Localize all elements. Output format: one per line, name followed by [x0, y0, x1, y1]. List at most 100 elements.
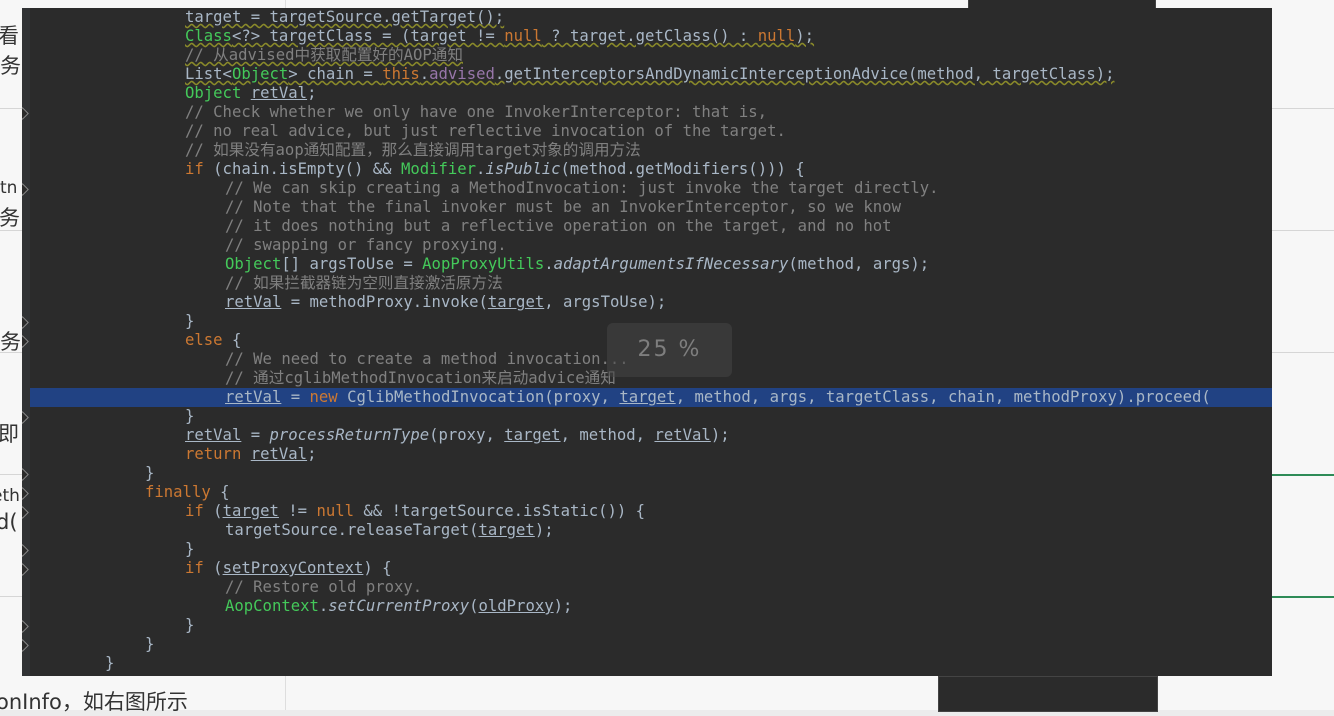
code-token: ) { [363, 559, 392, 577]
bg-text-fragment: 事务 [0, 206, 20, 230]
code-line[interactable]: } [22, 540, 1272, 559]
bg-text-fragment: onInfo，如右图所示 [0, 690, 188, 714]
code-line[interactable]: target = targetSource.getTarget(); [22, 8, 1272, 27]
code-token: // no real advice, but just reflective i… [185, 122, 786, 140]
code-line[interactable]: // Note that the final invoker must be a… [22, 198, 1272, 217]
code-token: if [185, 160, 204, 178]
code-line[interactable]: } [22, 407, 1272, 426]
code-token: , argsToUse); [544, 293, 667, 311]
code-editor[interactable]: target = targetSource.getTarget(); Class<… [22, 8, 1272, 676]
code-token: ( [203, 502, 223, 520]
code-line[interactable]: Object retVal; [22, 84, 1272, 103]
code-line[interactable]: if (target != null && !targetSource.isSt… [22, 502, 1272, 521]
code-token: } [105, 654, 115, 672]
code-text: retVal = methodProxy.invoke(target, args… [225, 293, 666, 312]
code-token: CglibMethodInvocation(proxy, [337, 388, 620, 406]
code-token: retVal [654, 426, 711, 444]
code-token: <?> targetClass = (target != [231, 27, 505, 45]
code-token: (proxy, [429, 426, 505, 444]
code-token: // 如果没有aop通知配置，那么直接调用target对象的调用方法 [185, 141, 641, 159]
code-line[interactable]: if (chain.isEmpty() && Modifier.isPublic… [22, 160, 1272, 179]
code-token: // Check whether we only have one Invoke… [185, 103, 768, 121]
code-line[interactable]: retVal = processReturnType(proxy, target… [22, 426, 1272, 445]
code-line[interactable]: // 从advised中获取配置好的AOP通知 [22, 46, 1272, 65]
code-token: Object [225, 255, 282, 273]
code-token: finally [145, 483, 211, 501]
code-line[interactable]: // Restore old proxy. [22, 578, 1272, 597]
code-token: Class [185, 27, 232, 45]
code-text: } [145, 464, 154, 483]
code-line[interactable]: Class<?> targetClass = (target != null ?… [22, 27, 1272, 46]
code-token: advised [429, 65, 495, 83]
code-line-current[interactable]: retVal = new CglibMethodInvocation(proxy… [30, 388, 1272, 407]
code-text: // 从advised中获取配置好的AOP通知 [185, 46, 463, 65]
code-token: { [222, 331, 242, 349]
code-token: AopContext [225, 597, 319, 615]
code-token: AopProxyUtils [422, 255, 545, 273]
code-token: target [222, 502, 279, 520]
code-text: // We need to create a method invocation… [225, 350, 629, 369]
code-line[interactable]: } [22, 635, 1272, 654]
code-token: ; [307, 84, 317, 102]
code-token: , method, args, targetClass, chain, meth… [675, 388, 1211, 406]
code-text: Class<?> targetClass = (target != null ?… [185, 27, 814, 46]
code-line[interactable]: return retVal; [22, 445, 1272, 464]
code-token: target [478, 521, 535, 539]
bg-text-fragment: 看 [0, 24, 19, 48]
code-token: } [185, 616, 195, 634]
code-token: ); [795, 27, 815, 45]
code-line[interactable]: // it does nothing but a reflective oper… [22, 217, 1272, 236]
code-line[interactable]: // 如果拦截器链为空则直接激活原方法 [22, 274, 1272, 293]
code-token: . [318, 597, 329, 615]
code-token: && !targetSource.isStatic()) { [354, 502, 646, 520]
code-token: this [382, 65, 420, 83]
bg-accent-line [1272, 474, 1334, 476]
code-token: Modifier [400, 160, 477, 178]
code-token: ; [307, 445, 317, 463]
code-line[interactable]: List<Object> chain = this.advised.getInt… [22, 65, 1272, 84]
code-token: // Note that the final invoker must be a… [225, 198, 901, 216]
code-text: AopContext.setCurrentProxy(oldProxy); [225, 597, 572, 616]
code-line[interactable]: // We can skip creating a MethodInvocati… [22, 179, 1272, 198]
code-line[interactable]: // Check whether we only have one Invoke… [22, 103, 1272, 122]
code-line[interactable]: Object[] argsToUse = AopProxyUtils.adapt… [22, 255, 1272, 274]
code-line[interactable]: // 如果没有aop通知配置，那么直接调用target对象的调用方法 [22, 141, 1272, 160]
code-text: } [185, 616, 194, 635]
code-token: List< [185, 65, 232, 83]
code-text: Object retVal; [185, 84, 316, 103]
code-line[interactable]: if (setProxyContext) { [22, 559, 1272, 578]
code-token: . [544, 255, 554, 273]
code-token: target [619, 388, 676, 406]
code-text: // it does nothing but a reflective oper… [225, 217, 892, 236]
bg-accent-line [1272, 596, 1334, 598]
code-token: > chain = [288, 65, 383, 83]
code-token: ); [553, 597, 573, 615]
code-text: else { [185, 331, 241, 350]
code-token: else [185, 331, 223, 349]
code-text: } [185, 407, 194, 426]
code-line[interactable]: // swapping or fancy proxying. [22, 236, 1272, 255]
code-token: retVal [185, 426, 242, 444]
code-line[interactable]: } [22, 464, 1272, 483]
code-line[interactable]: } [22, 654, 1272, 673]
code-token: != [278, 502, 317, 520]
code-token: (method.getModifiers())) { [560, 160, 805, 178]
code-token: .getInterceptorsAndDynamicInterceptionAd… [494, 65, 1115, 83]
bg-divider [1272, 108, 1334, 109]
code-line[interactable]: finally { [22, 483, 1272, 502]
code-text: } [105, 654, 114, 673]
code-line[interactable]: AopContext.setCurrentProxy(oldProxy); [22, 597, 1272, 616]
code-token: // 如果拦截器链为空则直接激活原方法 [225, 274, 503, 292]
code-text: // 如果拦截器链为空则直接激活原方法 [225, 274, 503, 293]
code-line[interactable]: retVal = methodProxy.invoke(target, args… [22, 293, 1272, 312]
code-text: if (chain.isEmpty() && Modifier.isPublic… [185, 160, 805, 179]
code-line[interactable]: targetSource.releaseTarget(target); [22, 521, 1272, 540]
code-token: } [145, 635, 155, 653]
code-line[interactable]: } [22, 616, 1272, 635]
code-token: retVal [250, 84, 308, 102]
code-line[interactable]: // no real advice, but just reflective i… [22, 122, 1272, 141]
code-text: // 如果没有aop通知配置，那么直接调用target对象的调用方法 [185, 141, 641, 160]
code-token: setProxyContext [222, 559, 364, 577]
